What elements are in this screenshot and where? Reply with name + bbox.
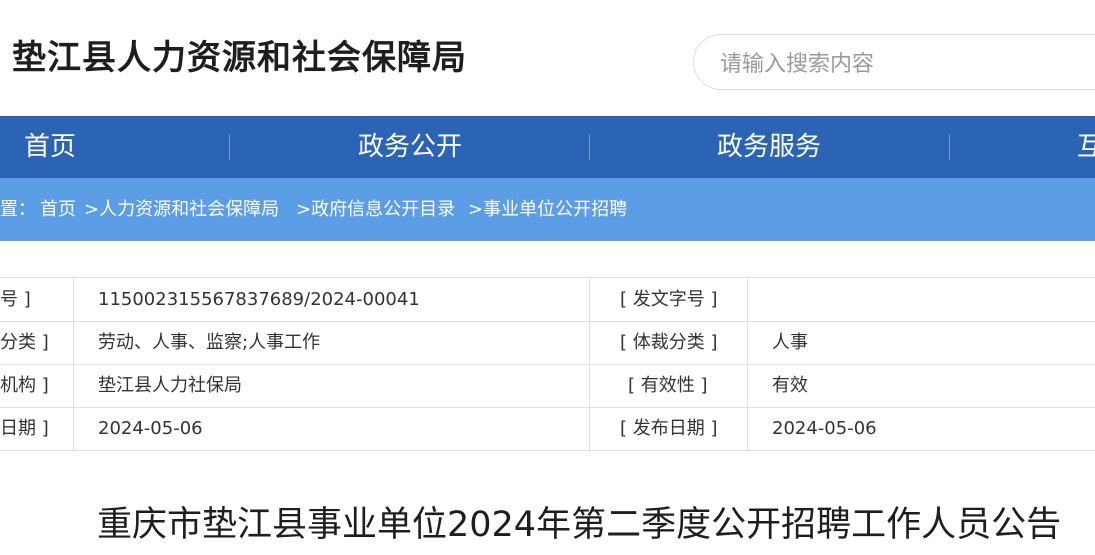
nav-item-gov-services[interactable]: 政务服务 xyxy=(717,116,821,178)
meta-column-divider xyxy=(589,278,590,452)
meta-column-divider xyxy=(747,278,748,452)
meta-label-validity: [ 有效性 ] xyxy=(628,375,708,396)
search-input[interactable] xyxy=(718,48,1095,80)
nav-divider xyxy=(229,134,230,160)
meta-label-genre-category: [ 体裁分类 ] xyxy=(620,332,718,353)
meta-value-topic-category: 劳动、人事、监察;人事工作 xyxy=(98,332,321,353)
article-title: 重庆市垫江县事业单位2024年第二季度公开招聘工作人员公告 xyxy=(97,505,1062,545)
meta-value-genre-category: 人事 xyxy=(772,332,808,353)
meta-value-publish-date: 2024-05-06 xyxy=(772,418,877,439)
nav-item-interaction[interactable]: 互 xyxy=(1077,116,1095,178)
breadcrumb-link-home[interactable]: 首页 xyxy=(40,178,76,241)
breadcrumb-prefix: 置： xyxy=(0,199,36,220)
breadcrumb: 置： 首页 >人力资源和社会保障局 >政府信息公开目录 >事业单位公开招聘 xyxy=(0,178,1095,241)
meta-label-issue-date: 日期 ] xyxy=(0,418,49,439)
meta-label-publishing-agency: 机构 ] xyxy=(0,375,49,396)
meta-label-publish-date: [ 发布日期 ] xyxy=(620,418,718,439)
nav-item-home[interactable]: 首页 xyxy=(24,116,76,178)
meta-label-index-number: 号 ] xyxy=(0,289,31,310)
main-nav: 首页 政务公开 政务服务 互 xyxy=(0,116,1095,178)
search-box[interactable] xyxy=(693,34,1095,90)
breadcrumb-link-public-recruitment[interactable]: >事业单位公开招聘 xyxy=(468,178,627,241)
meta-value-publishing-agency: 垫江县人力社保局 xyxy=(98,375,242,396)
meta-column-divider xyxy=(73,278,74,452)
document-meta-table: 号 ] 115002315567837689/2024-00041 [ 发文字号… xyxy=(0,277,1095,452)
meta-label-document-number: [ 发文字号 ] xyxy=(620,289,718,310)
breadcrumb-link-info-catalog[interactable]: >政府信息公开目录 xyxy=(296,178,455,241)
meta-row-category: 分类 ] 劳动、人事、监察;人事工作 [ 体裁分类 ] 人事 xyxy=(0,321,1095,365)
breadcrumb-link-hrss-bureau[interactable]: >人力资源和社会保障局 xyxy=(84,178,279,241)
meta-row-index-number: 号 ] 115002315567837689/2024-00041 [ 发文字号… xyxy=(0,278,1095,322)
nav-divider xyxy=(949,134,950,160)
meta-row-publisher: 机构 ] 垫江县人力社保局 [ 有效性 ] 有效 xyxy=(0,364,1095,408)
meta-label-topic-category: 分类 ] xyxy=(0,332,49,353)
meta-value-issue-date: 2024-05-06 xyxy=(98,418,203,439)
site-title: 垫江县人力资源和社会保障局 xyxy=(12,38,467,78)
nav-divider xyxy=(589,134,590,160)
meta-value-validity: 有效 xyxy=(772,375,808,396)
nav-item-gov-affairs-open[interactable]: 政务公开 xyxy=(358,116,462,178)
meta-value-index-number: 115002315567837689/2024-00041 xyxy=(98,289,420,310)
meta-row-dates: 日期 ] 2024-05-06 [ 发布日期 ] 2024-05-06 xyxy=(0,407,1095,451)
